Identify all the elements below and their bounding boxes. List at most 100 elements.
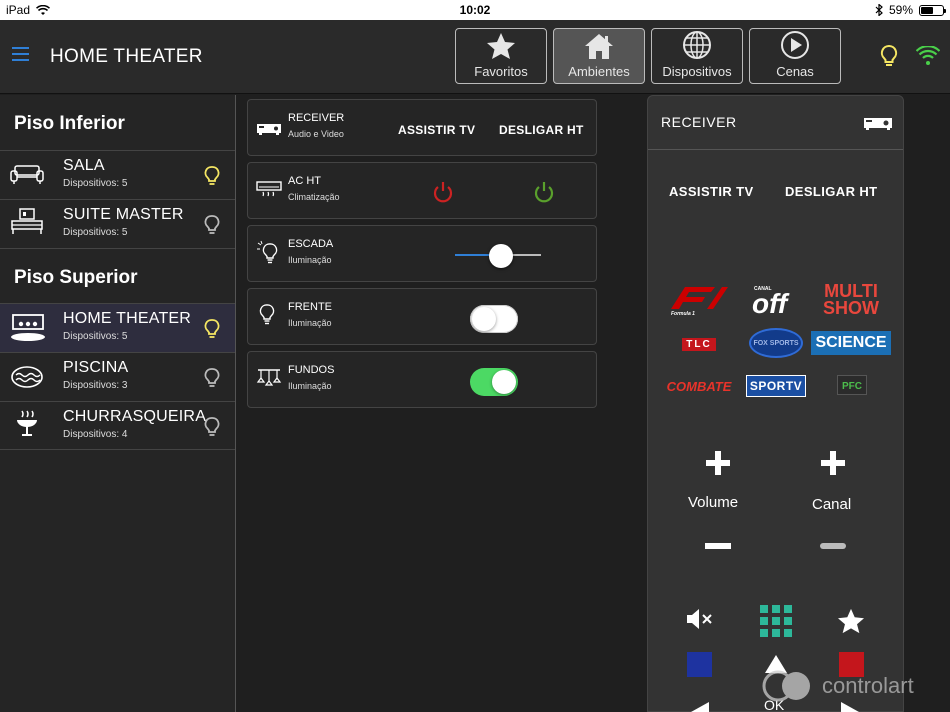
receiver-icon xyxy=(257,124,281,135)
arrow-left-icon[interactable] xyxy=(690,696,710,712)
bulb-on-icon[interactable] xyxy=(204,318,220,340)
science-logo-text: SCIENCE xyxy=(815,334,887,351)
main-nav: Favoritos Ambientes Dispositivos Cenas xyxy=(455,28,841,84)
nav-favoritos-button[interactable]: Favoritos xyxy=(455,28,547,84)
bulb-on-icon[interactable] xyxy=(204,165,220,187)
app-header: HOME THEATER Favoritos Ambientes Disposi… xyxy=(0,20,950,94)
room-device-count: Dispositivos: 5 xyxy=(63,178,128,189)
power-on-icon[interactable] xyxy=(534,181,554,203)
nav-ambientes-label: Ambientes xyxy=(568,64,630,79)
nav-cenas-label: Cenas xyxy=(776,64,814,79)
device-type: Audio e Video xyxy=(288,129,344,139)
blue-function-button[interactable] xyxy=(687,652,712,677)
channel-combate-button[interactable]: COMBATE xyxy=(664,376,734,396)
controlart-logo-icon xyxy=(762,670,810,702)
nav-favoritos-label: Favoritos xyxy=(474,64,528,79)
mute-icon[interactable] xyxy=(686,608,714,630)
numpad-icon[interactable] xyxy=(759,604,793,638)
volume-label: Volume xyxy=(688,494,739,511)
light-toggle[interactable] xyxy=(470,305,518,333)
room-item-churrasqueira[interactable]: CHURRASQUEIRA Dispositivos: 4 xyxy=(0,401,235,450)
assistir-tv-button[interactable]: ASSISTIR TV xyxy=(398,123,475,137)
remote-desligar-ht-button[interactable]: DESLIGAR HT xyxy=(785,184,878,199)
room-device-count: Dispositivos: 3 xyxy=(63,380,128,391)
volume-up-icon[interactable] xyxy=(705,450,731,476)
off-logo-icon: offCANAL xyxy=(752,286,790,318)
f1-logo-icon: Formula 1 xyxy=(671,287,728,317)
floor-heading: Piso Inferior xyxy=(14,113,125,134)
bulb-off-icon[interactable] xyxy=(204,214,220,236)
slider-knob[interactable] xyxy=(488,244,513,268)
volume-down-button[interactable] xyxy=(705,543,731,549)
remote-header: RECEIVER xyxy=(648,96,903,150)
device-type: Iluminação xyxy=(288,381,332,391)
nav-dispositivos-button[interactable]: Dispositivos xyxy=(651,28,743,84)
device-name: FRENTE xyxy=(288,301,332,313)
device-card-receiver: RECEIVER Audio e Video ASSISTIR TV DESLI… xyxy=(247,99,597,156)
room-name: SUITE MASTER xyxy=(63,206,184,223)
status-bar: iPad 10:02 59% xyxy=(0,0,950,20)
sofa-icon xyxy=(10,165,44,184)
combate-logo-text: COMBATE xyxy=(666,378,732,394)
floor-heading: Piso Superior xyxy=(0,248,235,303)
remote-title: RECEIVER xyxy=(661,114,737,130)
channel-science-button[interactable]: SCIENCE xyxy=(811,325,891,361)
room-device-count: Dispositivos: 4 xyxy=(63,429,128,440)
dimmer-slider[interactable] xyxy=(455,244,541,268)
tlc-logo-text: TLC xyxy=(682,337,716,351)
foxsports-logo-text: FOX SPORTS xyxy=(753,339,799,347)
nav-ambientes-button[interactable]: Ambientes xyxy=(553,28,645,84)
device-card-frente: FRENTE Iluminação xyxy=(247,288,597,345)
power-off-icon[interactable] xyxy=(433,181,453,203)
bed-icon xyxy=(11,208,43,234)
battery-icon xyxy=(919,4,946,16)
room-item-suite-master[interactable]: SUITE MASTER Dispositivos: 5 xyxy=(0,199,235,248)
bluetooth-icon xyxy=(875,4,883,16)
room-item-piscina[interactable]: PISCINA Dispositivos: 3 xyxy=(0,352,235,401)
remote-assistir-tv-button[interactable]: ASSISTIR TV xyxy=(669,184,754,199)
device-list: RECEIVER Audio e Video ASSISTIR TV DESLI… xyxy=(237,95,647,712)
room-name: CHURRASQUEIRA xyxy=(63,408,207,425)
channel-foxsports-button[interactable]: FOX SPORTS xyxy=(748,327,804,359)
room-device-count: Dispositivos: 5 xyxy=(63,227,128,238)
pfc-logo-text: PFC xyxy=(842,381,862,392)
page-title: HOME THEATER xyxy=(50,46,203,67)
room-name: SALA xyxy=(63,157,105,174)
room-item-sala[interactable]: SALA Dispositivos: 5 xyxy=(0,150,235,199)
favorite-star-icon[interactable] xyxy=(837,608,865,634)
device-type: Iluminação xyxy=(288,255,332,265)
room-name: PISCINA xyxy=(63,359,129,376)
sportv-logo-text: SPORTV xyxy=(749,379,803,393)
device-type: Climatização xyxy=(288,192,340,202)
star-icon xyxy=(487,33,515,59)
channel-down-button[interactable] xyxy=(820,543,846,549)
menu-icon[interactable] xyxy=(12,47,29,61)
channel-tlc-button[interactable]: TLC xyxy=(681,333,717,355)
grill-icon xyxy=(17,410,37,436)
channel-sportv-button[interactable]: SPORTV xyxy=(740,375,812,397)
watermark-text: controlart xyxy=(822,673,914,698)
room-name: HOME THEATER xyxy=(63,310,192,327)
globe-icon xyxy=(683,31,711,59)
svg-text:Formula 1: Formula 1 xyxy=(671,311,695,317)
light-toggle[interactable] xyxy=(470,368,518,396)
channel-off-button[interactable]: off CANAL xyxy=(748,282,802,318)
pool-icon xyxy=(11,366,43,388)
nav-cenas-button[interactable]: Cenas xyxy=(749,28,841,84)
channel-pfc-button[interactable]: PFC xyxy=(832,375,872,395)
battery-percent: 59% xyxy=(888,3,913,17)
channel-f1-button[interactable]: Formula 1 xyxy=(666,282,730,318)
bulb-off-icon[interactable] xyxy=(204,416,220,438)
room-device-count: Dispositivos: 5 xyxy=(63,331,128,342)
air-conditioner-icon xyxy=(256,181,282,197)
bulb-off-icon[interactable] xyxy=(204,367,220,389)
desligar-ht-button[interactable]: DESLIGAR HT xyxy=(499,123,584,137)
controlart-watermark: controlart xyxy=(762,670,914,702)
device-name: FUNDOS xyxy=(288,364,335,376)
room-item-home-theater[interactable]: HOME THEATER Dispositivos: 5 xyxy=(0,303,235,352)
wifi-connected-icon[interactable] xyxy=(916,46,940,66)
channel-multishow-button[interactable]: MULTI SHOW xyxy=(816,280,886,320)
device-card-ac-ht: AC HT Climatização xyxy=(247,162,597,219)
channel-up-icon[interactable] xyxy=(820,450,846,476)
lights-on-icon[interactable] xyxy=(880,44,898,68)
